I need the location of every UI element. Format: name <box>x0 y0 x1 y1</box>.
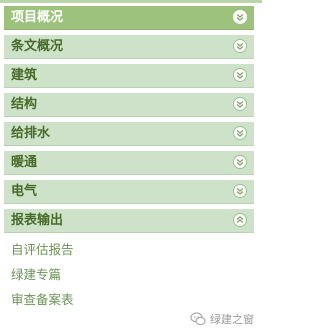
menu-item-label: 项目概况 <box>11 10 64 25</box>
menu-item-label: 电气 <box>11 184 38 199</box>
menu-item-label: 暖通 <box>11 155 38 170</box>
menu-item-structure[interactable]: 结构 <box>4 93 254 117</box>
chevron-down-icon[interactable] <box>233 39 247 53</box>
menu-item-plumbing[interactable]: 给排水 <box>4 122 254 146</box>
chevron-down-icon[interactable] <box>233 184 247 198</box>
chevron-down-icon[interactable] <box>233 97 247 111</box>
top-border <box>0 0 262 3</box>
watermark-label: 绿建之窗 <box>210 313 254 326</box>
menu-item-hvac[interactable]: 暖通 <box>4 151 254 175</box>
submenu-review-filing-form[interactable]: 审查备案表 <box>4 288 254 312</box>
menu-item-clause-overview[interactable]: 条文概况 <box>4 35 254 59</box>
chevron-down-icon[interactable] <box>233 126 247 140</box>
chevron-down-icon[interactable] <box>233 10 247 24</box>
submenu-self-assessment-report[interactable]: 自评估报告 <box>4 238 254 262</box>
chevron-down-icon[interactable] <box>233 68 247 82</box>
menu-item-label: 建筑 <box>11 68 38 83</box>
watermark: 绿建之窗 <box>190 311 254 327</box>
sidebar-accordion-menu: 项目概况 条文概况 建筑 结构 给排水 暖通 电气 报表输出 自评估报告 绿建专… <box>4 6 254 313</box>
menu-item-label: 给排水 <box>11 126 51 141</box>
chevron-down-icon[interactable] <box>233 155 247 169</box>
menu-item-label: 报表输出 <box>11 213 64 228</box>
menu-item-report-output[interactable]: 报表输出 <box>4 209 254 233</box>
menu-item-architecture[interactable]: 建筑 <box>4 64 254 88</box>
chevron-up-icon[interactable] <box>233 213 247 227</box>
report-output-submenu: 自评估报告 绿建专篇 审查备案表 <box>4 238 254 312</box>
menu-item-label: 条文概况 <box>11 39 64 54</box>
menu-item-project-overview[interactable]: 项目概况 <box>4 6 254 30</box>
menu-item-label: 结构 <box>11 97 38 112</box>
submenu-green-building-chapter[interactable]: 绿建专篇 <box>4 263 254 287</box>
wechat-icon <box>190 312 206 326</box>
menu-item-electrical[interactable]: 电气 <box>4 180 254 204</box>
